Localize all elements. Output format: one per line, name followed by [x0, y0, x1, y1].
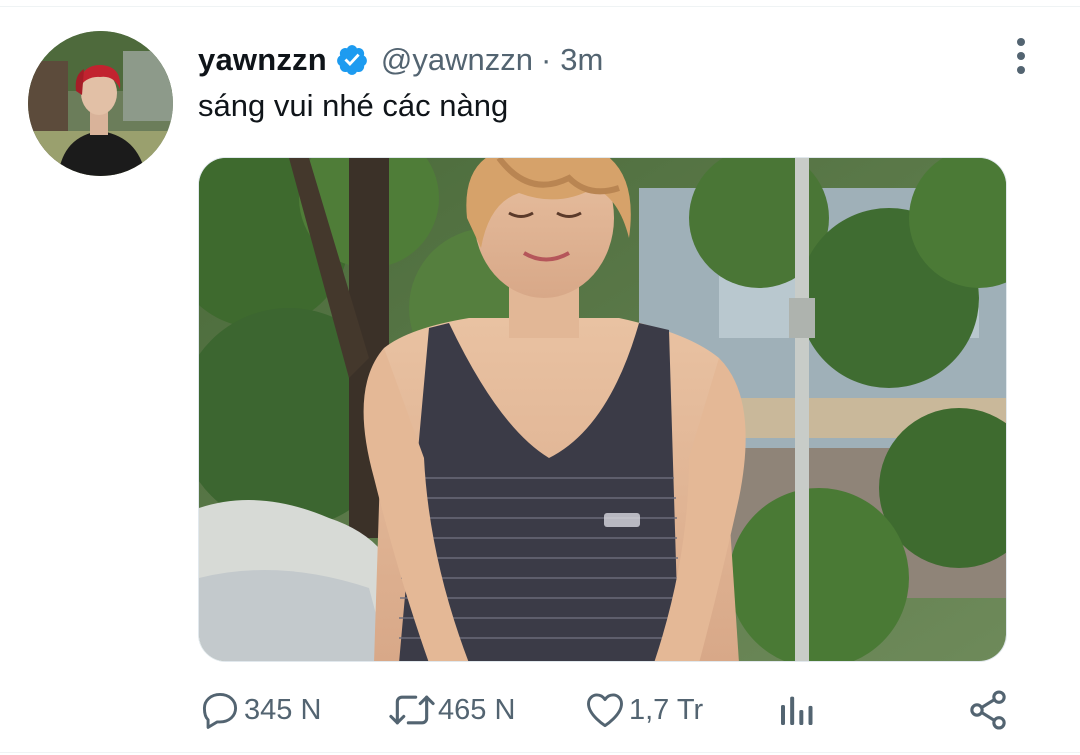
- share-icon: [970, 690, 1006, 730]
- like-button[interactable]: 1,7 Tr: [583, 684, 703, 736]
- retweet-count: 465 N: [438, 693, 516, 726]
- tweet-timestamp[interactable]: 3m: [560, 42, 603, 78]
- analytics-icon: [781, 696, 813, 725]
- tweet-media-photo[interactable]: [198, 157, 1007, 662]
- share-button[interactable]: [966, 684, 1010, 736]
- heart-icon: [587, 693, 623, 728]
- photo-image: [199, 158, 1006, 661]
- reply-icon: [202, 692, 238, 729]
- tweet-actions-bar: 345 N 465 N 1,7 Tr: [198, 684, 1018, 736]
- author-display-name[interactable]: yawnzzn: [198, 42, 327, 78]
- avatar[interactable]: [28, 31, 173, 176]
- retweet-button[interactable]: 465 N: [388, 684, 515, 736]
- analytics-button[interactable]: [776, 684, 816, 736]
- reply-count: 345 N: [244, 693, 322, 726]
- avatar-image: [28, 31, 173, 176]
- more-vertical-icon[interactable]: [1004, 36, 1038, 76]
- retweet-icon: [389, 695, 435, 725]
- tweet: yawnzzn @yawnzzn · 3m sáng vui nhé các n…: [0, 0, 1080, 755]
- like-count: 1,7 Tr: [629, 693, 704, 726]
- tweet-text: sáng vui nhé các nàng: [198, 88, 509, 123]
- tweet-header: yawnzzn @yawnzzn · 3m: [198, 38, 603, 82]
- bottom-divider: [0, 752, 1080, 753]
- verified-badge-icon: [335, 43, 369, 77]
- reply-button[interactable]: 345 N: [198, 684, 321, 736]
- separator-dot: ·: [540, 42, 552, 77]
- author-handle[interactable]: @yawnzzn: [381, 42, 533, 78]
